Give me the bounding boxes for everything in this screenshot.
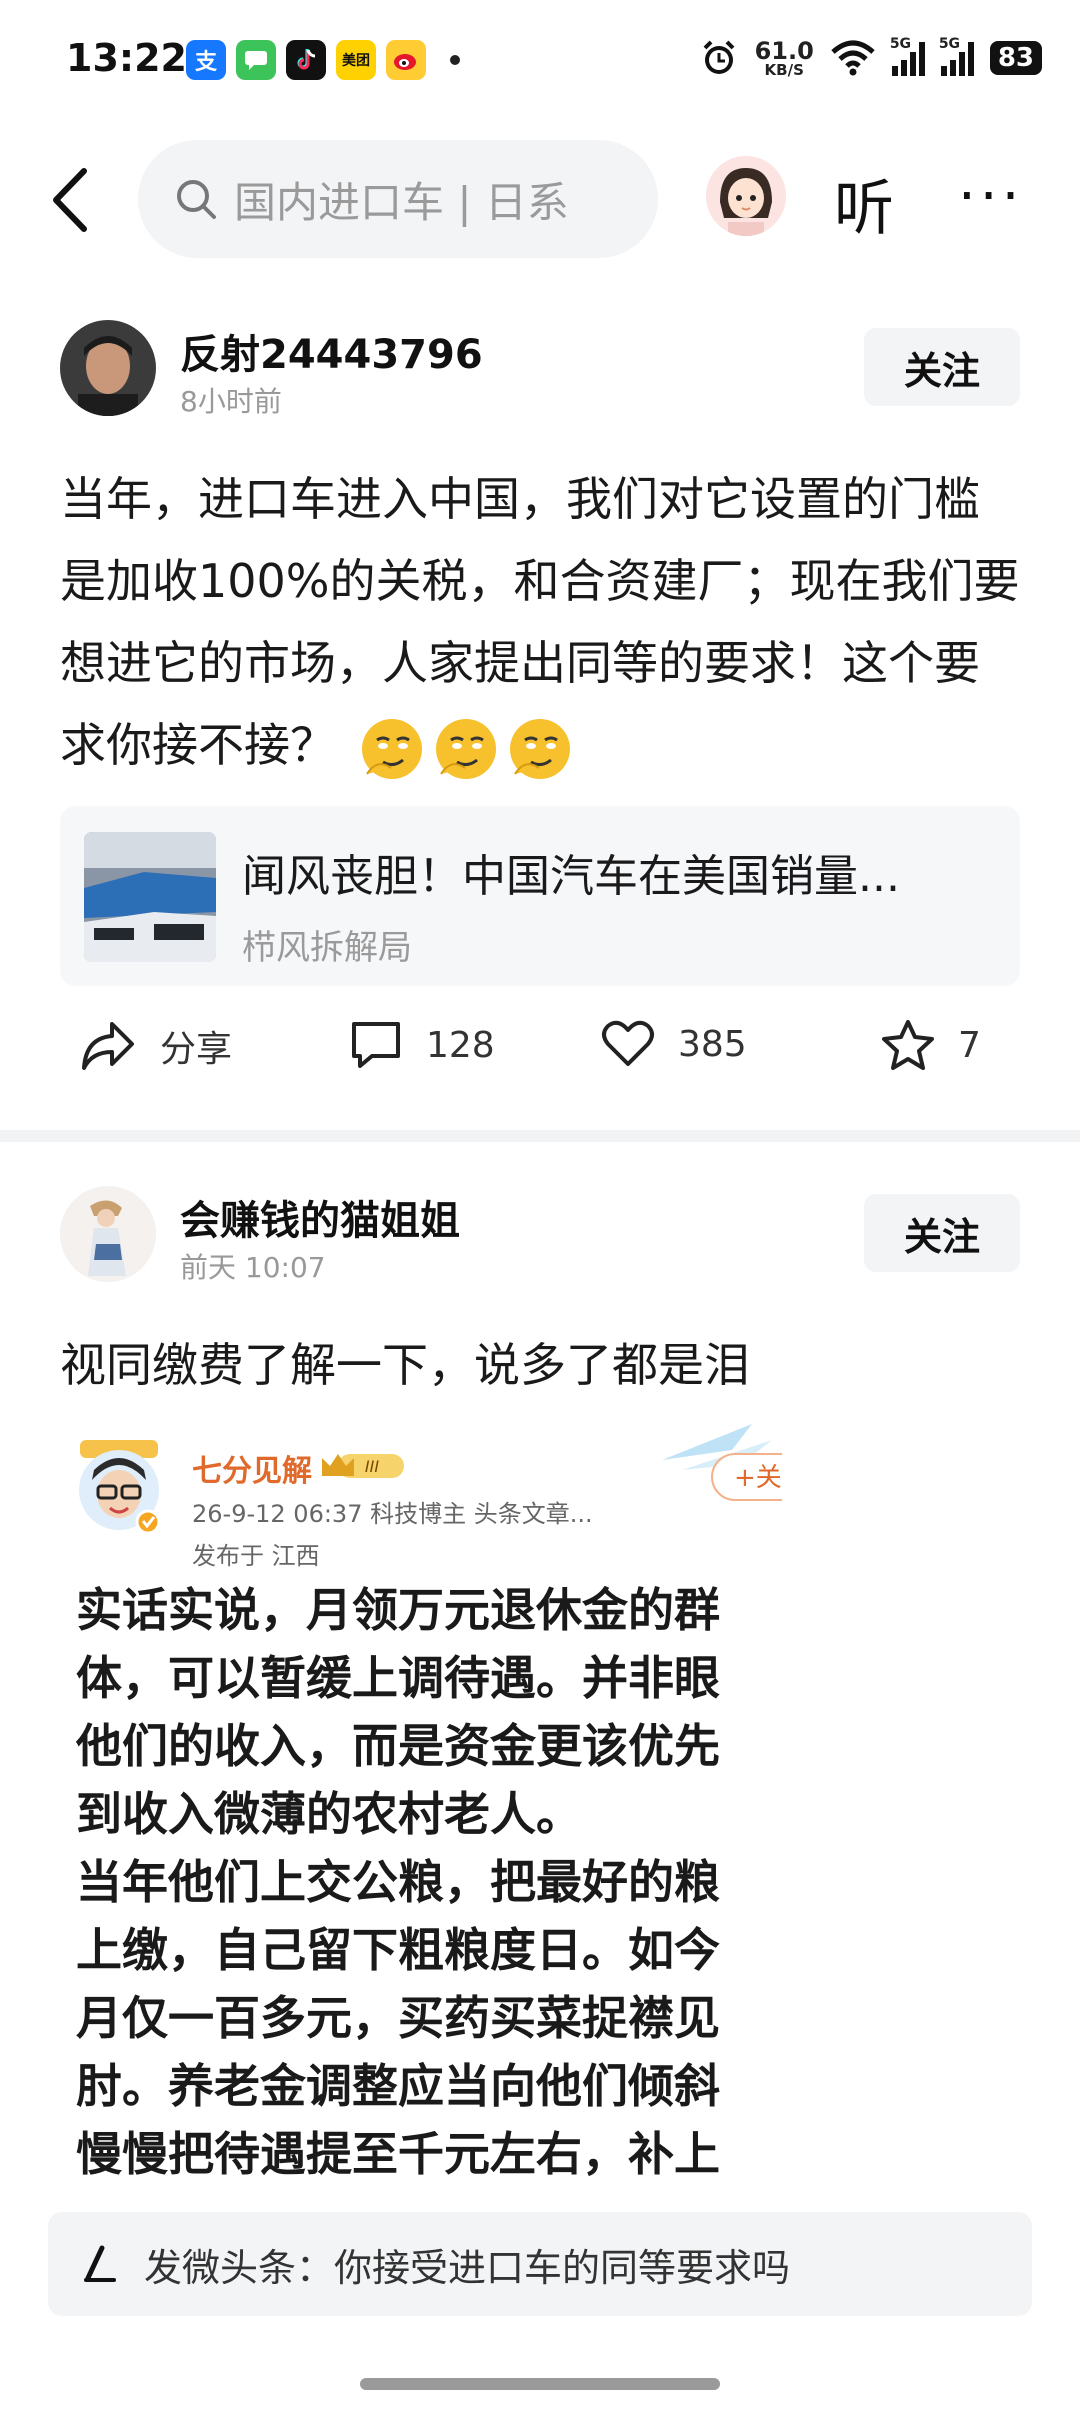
article-title: 闻风丧胆！中国汽车在美国销量... [242, 851, 900, 902]
status-time: 13:22 [66, 36, 187, 80]
network-type-2: 5G [938, 36, 961, 52]
battery-indicator: 83 [989, 41, 1042, 75]
smug-face-icon [361, 718, 422, 779]
status-indicators: 61.0 KB/S 5G 5G 83 [699, 36, 1042, 78]
search-input[interactable]: 国内进口车 | 日系 [138, 140, 658, 258]
repost-body-line: 肘。养老金调整应当向他们倾斜 [76, 2059, 720, 2113]
repost-body-line: 上缴，自己留下粗粮度日。如今 [76, 1923, 720, 1977]
like-count: 385 [678, 1023, 747, 1065]
post-time: 前天 10:07 [180, 1251, 326, 1284]
repost-body-line: 到收入微薄的农村老人。 [76, 1787, 582, 1841]
linked-article-card[interactable]: 闻风丧胆！中国汽车在美国销量... 栉风拆解局 [60, 806, 1020, 986]
signal-icon-1: 5G [890, 36, 925, 76]
comment-icon [352, 1022, 400, 1068]
heart-icon [602, 1020, 654, 1066]
share-label: 分享 [160, 1029, 233, 1070]
post-action-bar: 分享 128 385 7 [0, 1018, 1080, 1088]
crown-badge-icon: III [318, 1448, 408, 1482]
post-text[interactable]: 视同缴费了解一下，说多了都是泪 [60, 1324, 1020, 1406]
repost-body-line: 实话实说，月领万元退休金的群 [76, 1583, 720, 1637]
follow-button[interactable]: 关注 [864, 328, 1020, 406]
star-icon [882, 1020, 934, 1070]
author-avatar[interactable] [60, 1186, 156, 1282]
post-separator [0, 1130, 1080, 1142]
back-button[interactable] [50, 160, 106, 240]
author-name[interactable]: 反射24443796 [180, 322, 483, 380]
post-time: 8小时前 [180, 385, 282, 418]
alarm-icon [703, 40, 735, 74]
repost-follow-deco: +关 [652, 1420, 782, 1510]
repost-body-line: 慢慢把待遇提至千元左右，补上 [76, 2127, 720, 2181]
net-speed: 61.0 KB/S [755, 39, 814, 78]
meituan-icon: 美团 [336, 40, 376, 80]
repost-location: 发布于 江西 [192, 1542, 320, 1570]
signal-icon-2: 5G [939, 36, 974, 76]
author-avatar[interactable] [60, 320, 156, 416]
search-icon [177, 180, 216, 219]
repost-body-line: 当年他们上交公粮，把最好的粮 [76, 1855, 720, 1909]
repost-follow-hint: +关 [734, 1463, 782, 1493]
repost-meta: 26-9-12 06:37 科技博主 头条文章... [192, 1500, 593, 1528]
notification-app-icons: 支 美团 [186, 40, 460, 80]
author-name[interactable]: 会赚钱的猫姐姐 [180, 1188, 460, 1246]
favorite-button[interactable]: 7 [880, 1018, 981, 1072]
listen-button[interactable]: 听 [834, 160, 894, 247]
repost-body-line: 月仅一百多元，买药买菜捉襟见 [76, 1991, 720, 2045]
search-placeholder: 国内进口车 | 日系 [234, 177, 569, 227]
top-nav: 国内进口车 | 日系 听 ··· [0, 136, 1080, 264]
alipay-icon: 支 [186, 40, 226, 80]
repost-body: 实话实说，月领万元退休金的群 体，可以暂缓上调待遇。并非眼 他们的收入，而是资金… [76, 1576, 776, 2188]
more-button[interactable]: ··· [958, 164, 1023, 229]
favorite-count: 7 [958, 1024, 981, 1066]
share-button[interactable]: 分享 [78, 1018, 232, 1074]
home-indicator[interactable] [360, 2378, 720, 2390]
smug-face-icon [435, 718, 496, 779]
pen-icon [84, 2245, 116, 2282]
like-button[interactable]: 385 [600, 1018, 747, 1070]
wifi-icon [831, 40, 875, 76]
more-notifications-dot [450, 55, 460, 65]
status-bar: 13:22 支 美团 61.0 KB/S 5G 5G 83 [0, 0, 1080, 128]
douyin-icon [286, 40, 326, 80]
post-text[interactable]: 当年，进口车进入中国，我们对它设置的门槛是加收100%的关税，和合资建厂；现在我… [60, 458, 1020, 786]
back-arrow-icon [53, 168, 87, 232]
smug-face-icon [509, 718, 570, 779]
post-image[interactable]: 七分见解 III 26-9-12 06:37 科技博主 头条文章... 发布于 … [60, 1420, 782, 2200]
article-thumbnail [84, 832, 216, 962]
messages-icon [236, 40, 276, 80]
repost-body-line: 他们的收入，而是资金更该优先 [76, 1719, 720, 1773]
user-avatar[interactable] [706, 156, 786, 236]
comment-button[interactable]: 128 [348, 1018, 495, 1072]
repost-author-avatar [74, 1440, 164, 1535]
repost-body-line: 体，可以暂缓上调待遇。并非眼 [76, 1651, 720, 1705]
comment-count: 128 [426, 1024, 495, 1066]
compose-input[interactable]: 发微头条：你接受进口车的同等要求吗 [48, 2212, 1032, 2316]
network-type-1: 5G [889, 36, 912, 52]
follow-button[interactable]: 关注 [864, 1194, 1020, 1272]
article-source: 栉风拆解局 [242, 928, 412, 968]
share-icon [82, 1022, 134, 1070]
net-speed-unit: KB/S [764, 60, 804, 79]
repost-author-name: 七分见解 [192, 1454, 312, 1489]
level-badge-text: III [365, 1457, 379, 1476]
net-speed-value: 61.0 [754, 36, 814, 65]
compose-placeholder: 发微头条：你接受进口车的同等要求吗 [144, 2245, 791, 2290]
weibo-icon [386, 40, 426, 80]
